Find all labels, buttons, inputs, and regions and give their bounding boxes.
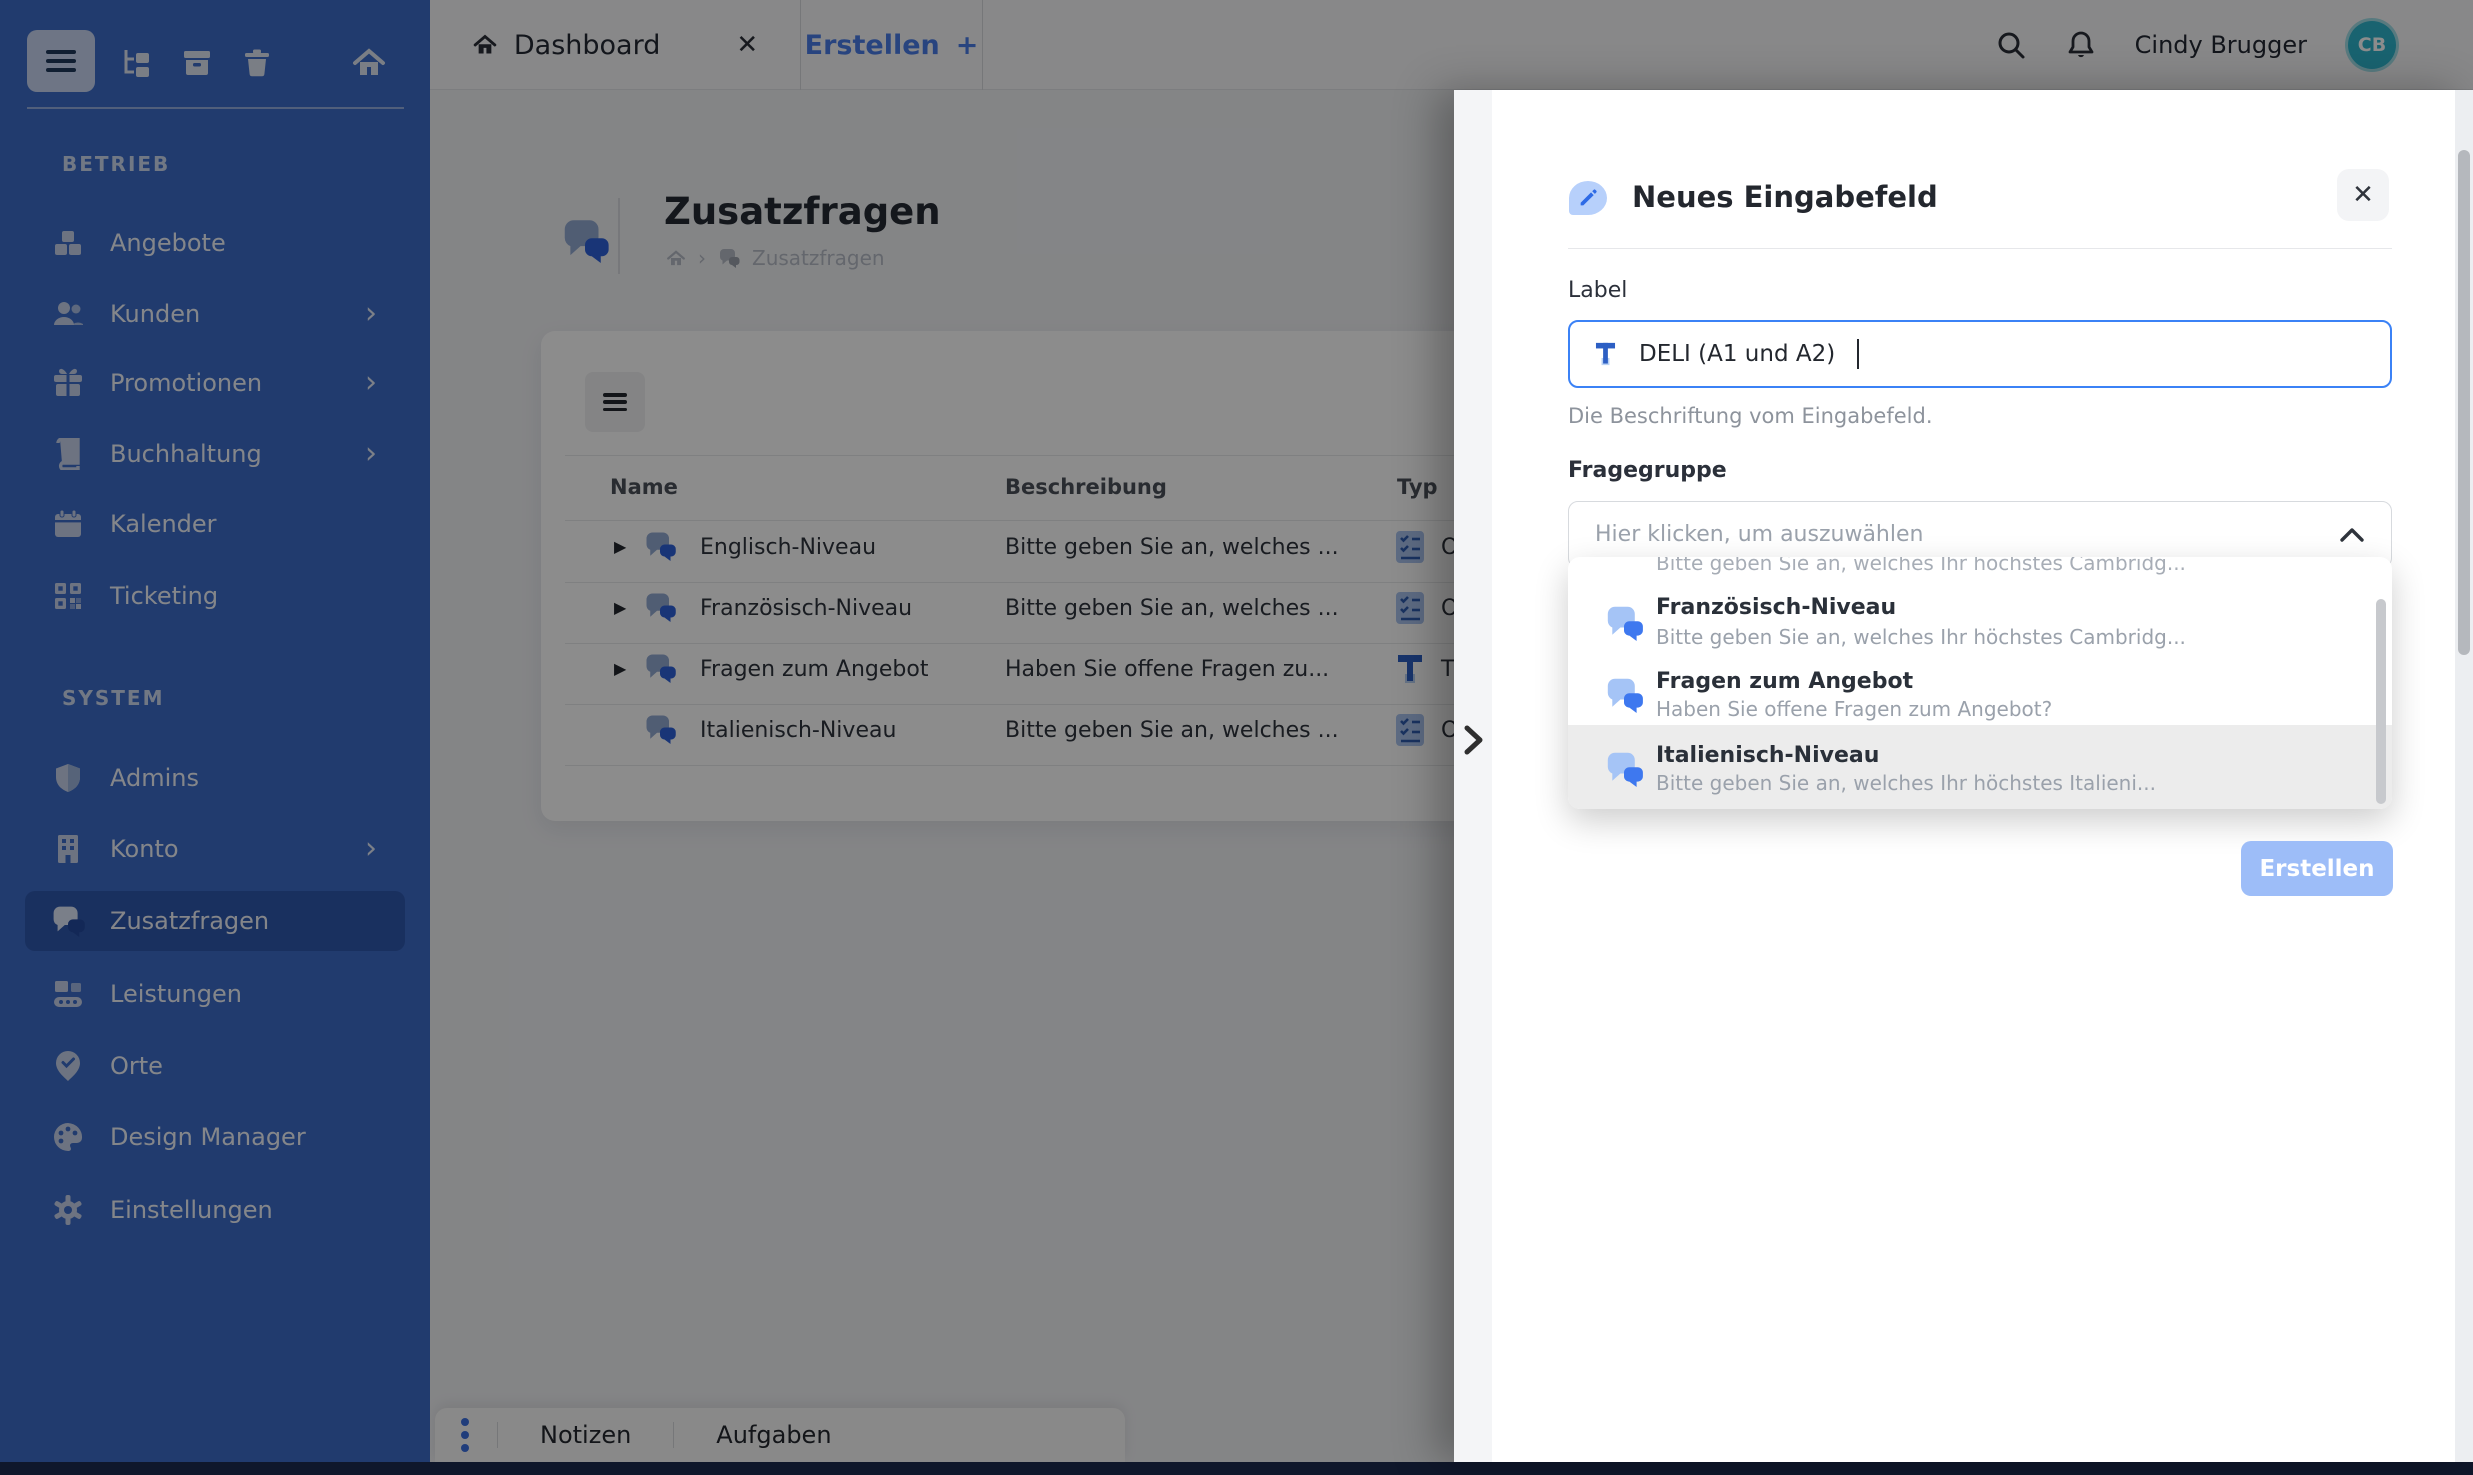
chat-icon xyxy=(1604,751,1644,787)
select-placeholder: Hier klicken, um auszuwählen xyxy=(1595,522,1924,547)
panel-gutter xyxy=(1454,90,1492,1462)
page-scrollbar[interactable] xyxy=(2455,90,2473,1462)
chat-icon xyxy=(1604,605,1644,641)
app-screen: BETRIEB Angebote Kunden › Promotionen › xyxy=(0,0,2473,1475)
dropdown-scrollbar[interactable] xyxy=(2376,599,2386,804)
collapse-panel-button[interactable] xyxy=(1456,718,1490,762)
fragegruppe-dropdown: Bitte geben Sie an, welches Ihr höchstes… xyxy=(1568,557,2392,809)
chevron-right-icon xyxy=(1464,725,1483,755)
text-cursor xyxy=(1857,339,1860,369)
label-input[interactable]: DELI (A1 und A2) xyxy=(1568,320,2392,388)
edit-bubble-icon xyxy=(1569,181,1607,215)
chevron-up-icon xyxy=(2340,527,2364,542)
new-input-field-panel: Neues Eingabefeld ✕ Label DELI (A1 und A… xyxy=(1454,90,2473,1462)
chat-icon xyxy=(1604,677,1644,713)
text-type-icon xyxy=(1595,342,1616,366)
label-help-text: Die Beschriftung vom Eingabefeld. xyxy=(1568,404,1933,428)
panel-header-divider xyxy=(1568,248,2392,249)
label-caption: Label xyxy=(1568,278,1628,303)
panel-title: Neues Eingabefeld xyxy=(1632,180,1938,214)
close-panel-button[interactable]: ✕ xyxy=(2337,169,2389,221)
group-caption: Fragegruppe xyxy=(1568,458,1727,483)
label-input-value: DELI (A1 und A2) xyxy=(1639,341,1836,367)
clipped-option-desc: Bitte geben Sie an, welches Ihr höchstes… xyxy=(1656,557,2186,575)
erstellen-button[interactable]: Erstellen xyxy=(2241,841,2393,896)
scrollbar-thumb[interactable] xyxy=(2458,150,2470,655)
